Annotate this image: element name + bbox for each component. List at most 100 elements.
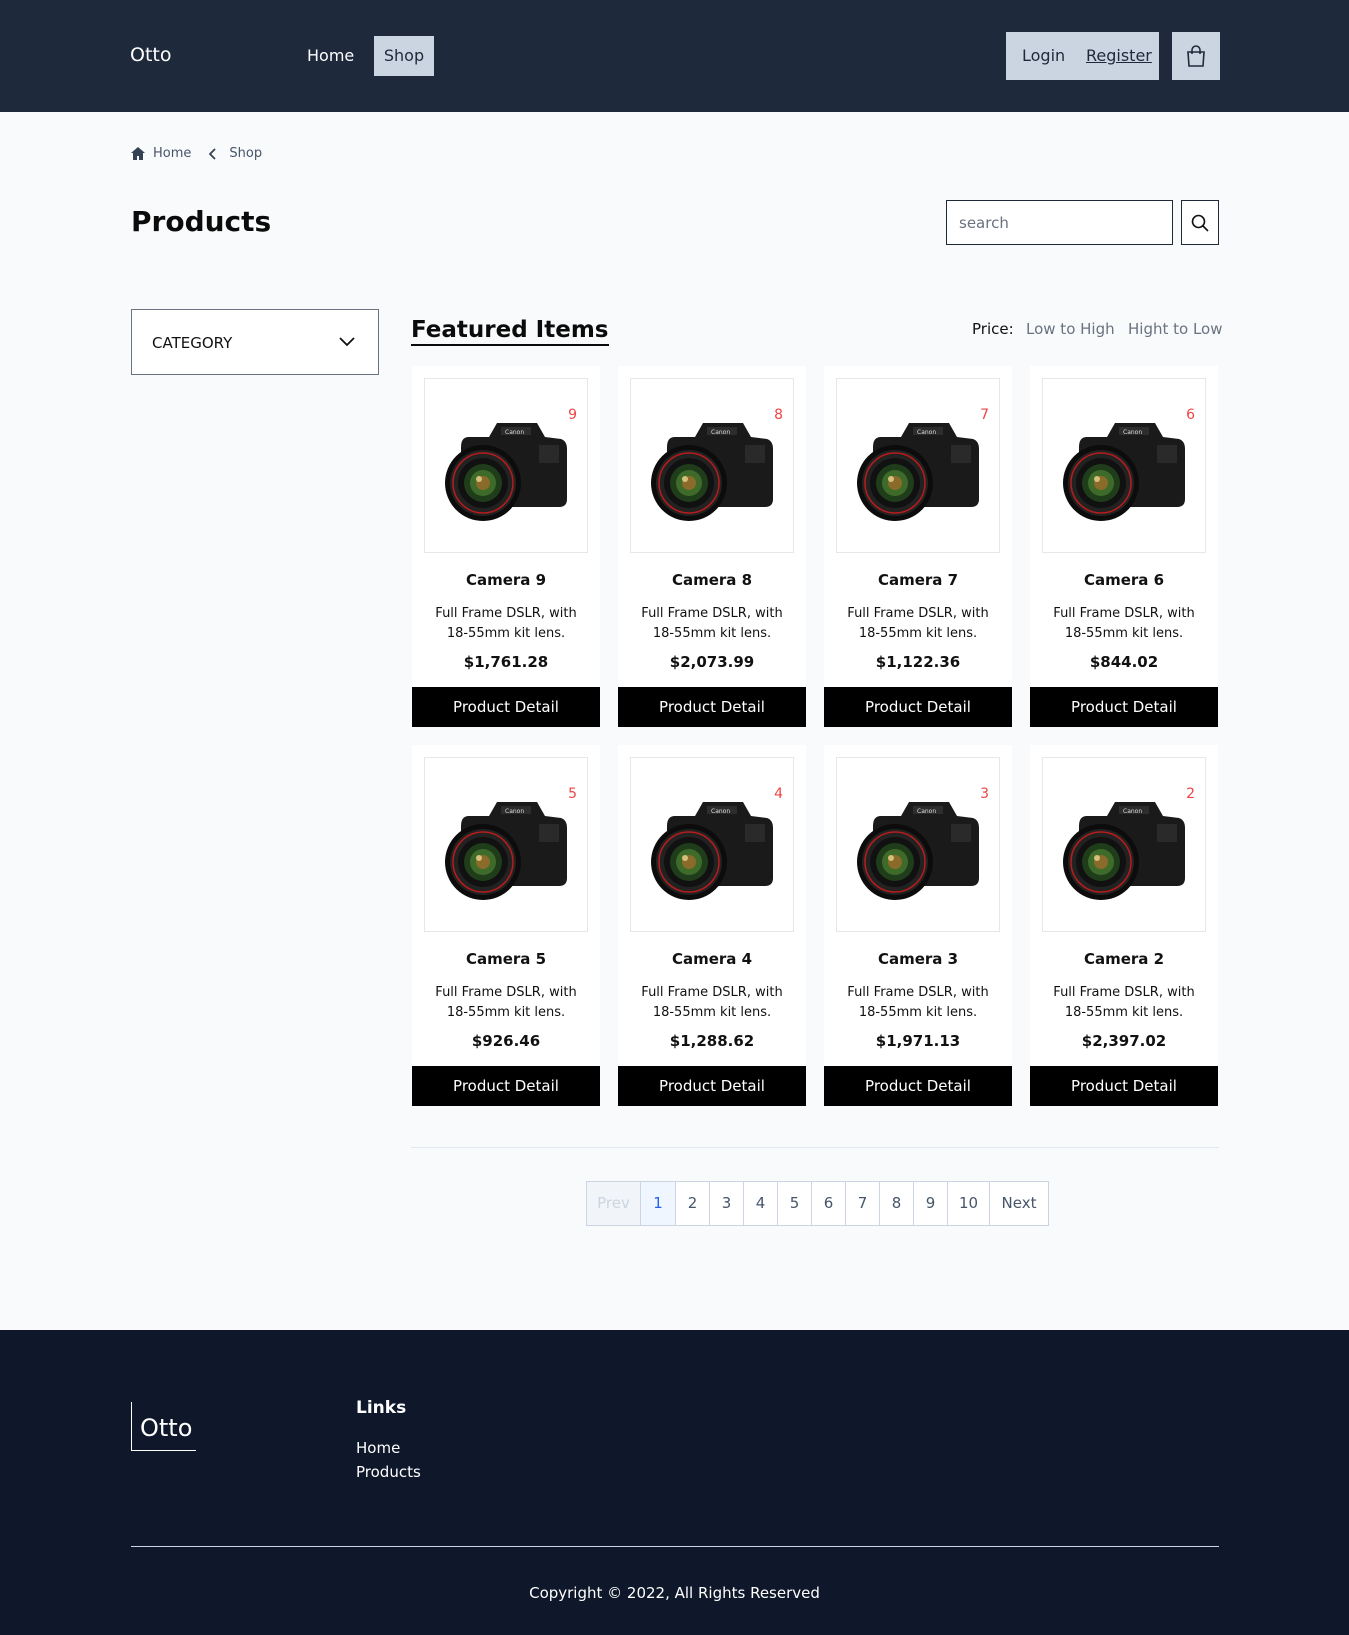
product-image[interactable]: Canon 3 <box>836 757 1000 932</box>
product-name: Camera 5 <box>465 950 547 968</box>
product-badge: 4 <box>774 786 783 802</box>
product-name: Camera 4 <box>671 950 753 968</box>
product-card: Canon 6 Camera 6 Full Frame DSLR, with 1… <box>1030 366 1218 727</box>
product-detail-button[interactable]: Product Detail <box>1030 1066 1218 1106</box>
camera-image: Canon <box>857 423 979 521</box>
sort-high-to-low[interactable]: Hight to Low <box>1128 320 1223 338</box>
breadcrumb-home[interactable]: Home <box>153 146 191 161</box>
product-image[interactable]: Canon 6 <box>1042 378 1206 553</box>
product-price: $1,971.13 <box>875 1032 961 1050</box>
product-badge: 6 <box>1186 407 1195 423</box>
product-description: Full Frame DSLR, with 18-55mm kit lens. <box>435 606 577 641</box>
product-description: Full Frame DSLR, with 18-55mm kit lens. <box>641 985 783 1020</box>
content-divider <box>411 1147 1219 1148</box>
svg-text:Canon: Canon <box>505 808 524 815</box>
product-price: $1,122.36 <box>875 653 961 671</box>
pagination-next[interactable]: Next <box>990 1182 1048 1225</box>
pagination-prev[interactable]: Prev <box>587 1182 641 1225</box>
pagination-page-2[interactable]: 2 <box>676 1182 710 1225</box>
product-detail-button[interactable]: Product Detail <box>412 1066 600 1106</box>
home-icon[interactable] <box>131 147 145 160</box>
svg-text:Canon: Canon <box>1123 808 1142 815</box>
product-image[interactable]: Canon 4 <box>630 757 794 932</box>
copyright-text: Copyright © 2022, All Rights Reserved <box>529 1584 820 1602</box>
register-link[interactable]: Register <box>1086 46 1152 65</box>
product-detail-button[interactable]: Product Detail <box>618 1066 806 1106</box>
pagination-page-8[interactable]: 8 <box>880 1182 914 1225</box>
camera-image: Canon <box>651 423 773 521</box>
svg-text:Canon: Canon <box>917 429 936 436</box>
shopping-bag-icon <box>1187 45 1205 67</box>
product-image[interactable]: Canon 8 <box>630 378 794 553</box>
product-card: Canon 9 Camera 9 Full Frame DSLR, with 1… <box>412 366 600 727</box>
product-description: Full Frame DSLR, with 18-55mm kit lens. <box>435 985 577 1020</box>
footer-link-home[interactable]: Home <box>356 1439 400 1457</box>
sort-low-to-high[interactable]: Low to High <box>1026 320 1115 338</box>
product-image[interactable]: Canon 2 <box>1042 757 1206 932</box>
product-image[interactable]: Canon 9 <box>424 378 588 553</box>
site-header: Otto Home Shop Login Register <box>0 0 1349 112</box>
svg-text:Canon: Canon <box>917 808 936 815</box>
svg-text:Canon: Canon <box>711 808 730 815</box>
search-input[interactable] <box>946 200 1173 245</box>
product-badge: 5 <box>568 786 577 802</box>
pagination-page-9[interactable]: 9 <box>914 1182 948 1225</box>
footer-links-title: Links <box>356 1398 407 1418</box>
product-price: $1,761.28 <box>463 653 549 671</box>
svg-text:Canon: Canon <box>505 429 524 436</box>
pagination-page-6[interactable]: 6 <box>812 1182 846 1225</box>
camera-image: Canon <box>857 802 979 900</box>
product-price: $926.46 <box>471 1032 541 1050</box>
product-price: $1,288.62 <box>669 1032 755 1050</box>
product-price: $2,397.02 <box>1081 1032 1167 1050</box>
product-image[interactable]: Canon 5 <box>424 757 588 932</box>
camera-image: Canon <box>1063 802 1185 900</box>
product-detail-button[interactable]: Product Detail <box>824 1066 1012 1106</box>
pagination-page-1[interactable]: 1 <box>641 1182 676 1225</box>
product-badge: 7 <box>980 407 989 423</box>
nav-home-link[interactable]: Home <box>298 36 363 76</box>
product-detail-button[interactable]: Product Detail <box>824 687 1012 727</box>
product-card: Canon 7 Camera 7 Full Frame DSLR, with 1… <box>824 366 1012 727</box>
camera-image: Canon <box>1063 423 1185 521</box>
svg-text:Canon: Canon <box>711 429 730 436</box>
breadcrumb: Home Shop <box>131 146 262 161</box>
product-description: Full Frame DSLR, with 18-55mm kit lens. <box>847 985 989 1020</box>
brand-logo[interactable]: Otto <box>130 44 171 66</box>
nav-shop-link[interactable]: Shop <box>374 36 434 76</box>
product-detail-button[interactable]: Product Detail <box>1030 687 1218 727</box>
product-badge: 2 <box>1186 786 1195 802</box>
camera-image: Canon <box>445 423 567 521</box>
search-icon <box>1191 214 1209 232</box>
pagination-page-10[interactable]: 10 <box>948 1182 990 1225</box>
pagination-page-7[interactable]: 7 <box>846 1182 880 1225</box>
product-card: Canon 2 Camera 2 Full Frame DSLR, with 1… <box>1030 745 1218 1106</box>
product-description: Full Frame DSLR, with 18-55mm kit lens. <box>1053 985 1195 1020</box>
camera-image: Canon <box>651 802 773 900</box>
search-button[interactable] <box>1181 200 1219 245</box>
cart-button[interactable] <box>1172 32 1220 80</box>
product-detail-button[interactable]: Product Detail <box>618 687 806 727</box>
pagination-page-3[interactable]: 3 <box>710 1182 744 1225</box>
pagination-page-4[interactable]: 4 <box>744 1182 778 1225</box>
footer-link-products[interactable]: Products <box>356 1463 421 1481</box>
category-dropdown[interactable]: CATEGORY <box>131 309 379 375</box>
product-detail-button[interactable]: Product Detail <box>412 687 600 727</box>
footer-brand-logo[interactable]: Otto <box>131 1402 196 1451</box>
featured-title: Featured Items <box>411 316 609 346</box>
pagination-page-5[interactable]: 5 <box>778 1182 812 1225</box>
product-card: Canon 5 Camera 5 Full Frame DSLR, with 1… <box>412 745 600 1106</box>
product-price: $844.02 <box>1089 653 1159 671</box>
login-link[interactable]: Login <box>1022 46 1065 65</box>
product-card: Canon 3 Camera 3 Full Frame DSLR, with 1… <box>824 745 1012 1106</box>
breadcrumb-current: Shop <box>229 146 263 161</box>
product-name: Camera 7 <box>877 571 959 589</box>
category-label: CATEGORY <box>152 334 233 352</box>
product-grid: Canon 9 Camera 9 Full Frame DSLR, with 1… <box>412 366 1219 1106</box>
site-footer: Otto Links Home Products Copyright © 202… <box>0 1330 1349 1635</box>
camera-image: Canon <box>445 802 567 900</box>
product-badge: 3 <box>980 786 989 802</box>
product-image[interactable]: Canon 7 <box>836 378 1000 553</box>
product-name: Camera 3 <box>877 950 959 968</box>
auth-box: Login Register <box>1006 32 1159 80</box>
